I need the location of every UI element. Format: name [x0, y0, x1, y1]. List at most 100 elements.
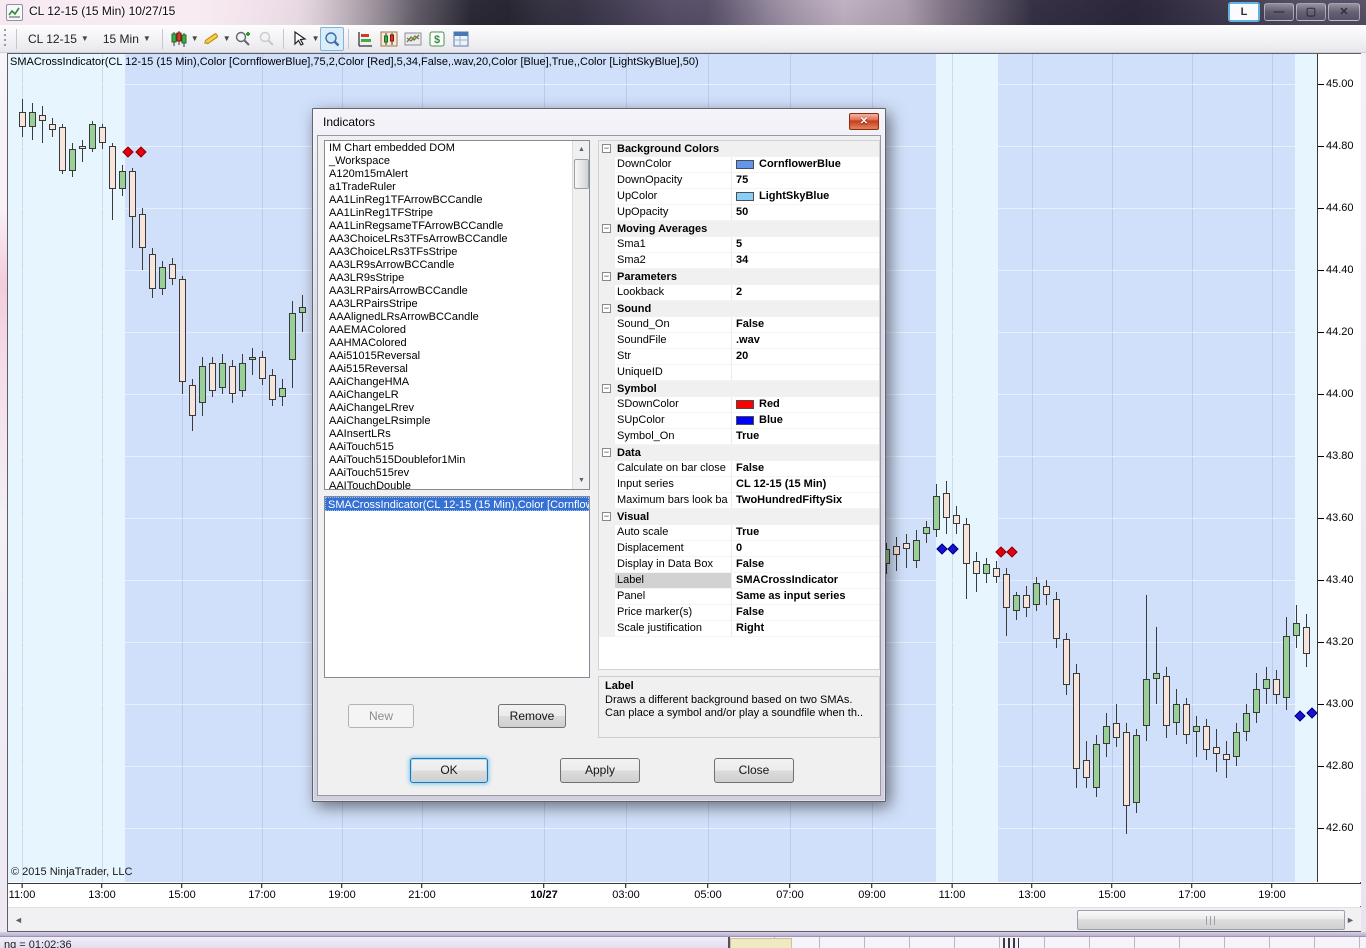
indicator-list-item[interactable]: AAHMAColored [326, 337, 571, 350]
maximize-button[interactable]: ▢ [1296, 3, 1326, 21]
applied-indicator-item[interactable]: SMACrossIndicator(CL 12-15 (15 Min),Colo… [325, 497, 589, 511]
indicator-list-item[interactable]: AAiTouch515Doublefor1Min [326, 454, 571, 467]
collapse-icon[interactable]: − [602, 384, 611, 393]
collapse-icon[interactable]: − [602, 448, 611, 457]
indicator-list-item[interactable]: AAi515Reversal [326, 363, 571, 376]
property-row[interactable]: Maximum bars look ba TwoHundredFiftySix [599, 493, 879, 509]
dialog-close-button[interactable]: ✕ [849, 113, 879, 130]
property-name[interactable]: Auto scale [615, 525, 732, 541]
property-value[interactable]: 5 [732, 237, 879, 253]
indicator-list-item[interactable]: AAi51015Reversal [326, 350, 571, 363]
property-name[interactable]: Sma2 [615, 253, 732, 269]
property-value[interactable]: Right [732, 621, 879, 637]
property-name[interactable]: Panel [615, 589, 732, 605]
chevron-down-icon[interactable]: ▼ [223, 34, 231, 43]
property-value[interactable]: True [732, 429, 879, 445]
property-row[interactable]: UpOpacity 50 [599, 205, 879, 221]
property-name[interactable]: Label [615, 573, 732, 589]
collapse-icon[interactable]: − [602, 224, 611, 233]
indicator-list-item[interactable]: AA3ChoiceLRs3TFsArrowBCCandle [326, 233, 571, 246]
property-name[interactable]: SDownColor [615, 397, 732, 413]
new-button[interactable]: New [348, 704, 414, 728]
property-name[interactable]: UniqueID [615, 365, 732, 381]
scrollbar-thumb[interactable] [1077, 910, 1345, 930]
indicator-list-item[interactable]: AAiChangeHMA [326, 376, 571, 389]
indicator-list-item[interactable]: AA1LinRegsameTFArrowBCCandle [326, 220, 571, 233]
property-row[interactable]: UniqueID [599, 365, 879, 381]
indicator-list-item[interactable]: AAInsertLRs [326, 428, 571, 441]
property-name[interactable]: Lookback [615, 285, 732, 301]
drawing-tools-button[interactable] [199, 27, 223, 51]
property-row[interactable]: Str 20 [599, 349, 879, 365]
property-name[interactable]: Str [615, 349, 732, 365]
property-value[interactable]: TwoHundredFiftySix [732, 493, 879, 509]
property-row[interactable]: SoundFile .wav [599, 333, 879, 349]
indicator-list-item[interactable]: AA3LRPairsArrowBCCandle [326, 285, 571, 298]
property-row[interactable]: Input series CL 12-15 (15 Min) [599, 477, 879, 493]
property-row[interactable]: Scale justification Right [599, 621, 879, 637]
property-value[interactable]: CornflowerBlue [732, 157, 879, 173]
indicator-list-item[interactable]: AA3LR9sStripe [326, 272, 571, 285]
property-name[interactable]: Scale justification [615, 621, 732, 637]
collapse-icon[interactable]: − [602, 144, 611, 153]
ok-button[interactable]: OK [410, 758, 488, 783]
property-category[interactable]: − Background Colors [599, 141, 879, 157]
scroll-right-arrow[interactable]: ► [1342, 910, 1359, 930]
property-value[interactable]: Blue [732, 413, 879, 429]
data-series-button[interactable] [353, 27, 377, 51]
layout-button[interactable]: L [1228, 2, 1260, 22]
scroll-left-arrow[interactable]: ◄ [10, 910, 27, 930]
property-category[interactable]: − Symbol [599, 381, 879, 397]
property-value[interactable]: .wav [732, 333, 879, 349]
property-name[interactable]: Input series [615, 477, 732, 493]
property-value[interactable]: True [732, 525, 879, 541]
scroll-down-arrow[interactable]: ▼ [573, 472, 589, 489]
property-value[interactable]: SMACrossIndicator [732, 573, 879, 589]
horizontal-scrollbar[interactable]: ◄ ► [8, 907, 1361, 931]
indicator-list-item[interactable]: AA1LinReg1TFStripe [326, 207, 571, 220]
window-titlebar[interactable]: CL 12-15 (15 Min) 10/27/15 L — ▢ ✕ [0, 0, 1366, 25]
property-category[interactable]: − Parameters [599, 269, 879, 285]
property-value[interactable]: 2 [732, 285, 879, 301]
properties-button[interactable] [449, 27, 473, 51]
property-value[interactable]: 20 [732, 349, 879, 365]
property-value[interactable]: Red [732, 397, 879, 413]
indicator-list-item[interactable]: AA3LRPairsStripe [326, 298, 571, 311]
property-name[interactable]: Displacement [615, 541, 732, 557]
zoom-out-button[interactable] [255, 27, 279, 51]
indicator-list-item[interactable]: AA3ChoiceLRs3TFsStripe [326, 246, 571, 259]
property-value[interactable]: LightSkyBlue [732, 189, 879, 205]
property-row[interactable]: Price marker(s) False [599, 605, 879, 621]
property-value[interactable]: 75 [732, 173, 879, 189]
indicator-list-item[interactable]: a1TradeRuler [326, 181, 571, 194]
indicator-list-item[interactable]: A120m15mAlert [326, 168, 571, 181]
property-value[interactable]: CL 12-15 (15 Min) [732, 477, 879, 493]
property-name[interactable]: SoundFile [615, 333, 732, 349]
property-value[interactable]: False [732, 605, 879, 621]
indicator-list-item[interactable]: AAiChangeLR [326, 389, 571, 402]
indicator-list-item[interactable]: _Workspace [326, 155, 571, 168]
apply-button[interactable]: Apply [560, 758, 640, 783]
time-axis[interactable]: 11:00 13:00 15:00 17:00 19:00 21:00 10/27 03:00… [8, 883, 1361, 906]
property-row[interactable]: DownColor CornflowerBlue [599, 157, 879, 173]
toolbar-grip[interactable] [3, 28, 8, 49]
property-row[interactable]: Symbol_On True [599, 429, 879, 445]
indicator-list-item[interactable]: AAiTouch515 [326, 441, 571, 454]
property-row[interactable]: Lookback 2 [599, 285, 879, 301]
property-value[interactable]: Same as input series [732, 589, 879, 605]
indicator-list-item[interactable]: AAiChangeLRrev [326, 402, 571, 415]
indicator-list-item[interactable]: AA3LR9sArrowBCCandle [326, 259, 571, 272]
property-name[interactable]: SUpColor [615, 413, 732, 429]
property-name[interactable]: Maximum bars look ba [615, 493, 732, 509]
property-name[interactable]: Sound_On [615, 317, 732, 333]
property-row[interactable]: SUpColor Blue [599, 413, 879, 429]
property-name[interactable]: DownOpacity [615, 173, 732, 189]
property-name[interactable]: UpOpacity [615, 205, 732, 221]
indicators-button[interactable] [401, 27, 425, 51]
property-row[interactable]: Sound_On False [599, 317, 879, 333]
collapse-icon[interactable]: − [602, 304, 611, 313]
property-name[interactable]: DownColor [615, 157, 732, 173]
snapshot-button[interactable] [319, 26, 344, 51]
indicator-list-item[interactable]: IM Chart embedded DOM [326, 142, 571, 155]
price-axis[interactable]: 45.00 44.80 44.60 44.40 44.20 44.00 43.80 43.60… [1317, 54, 1361, 882]
